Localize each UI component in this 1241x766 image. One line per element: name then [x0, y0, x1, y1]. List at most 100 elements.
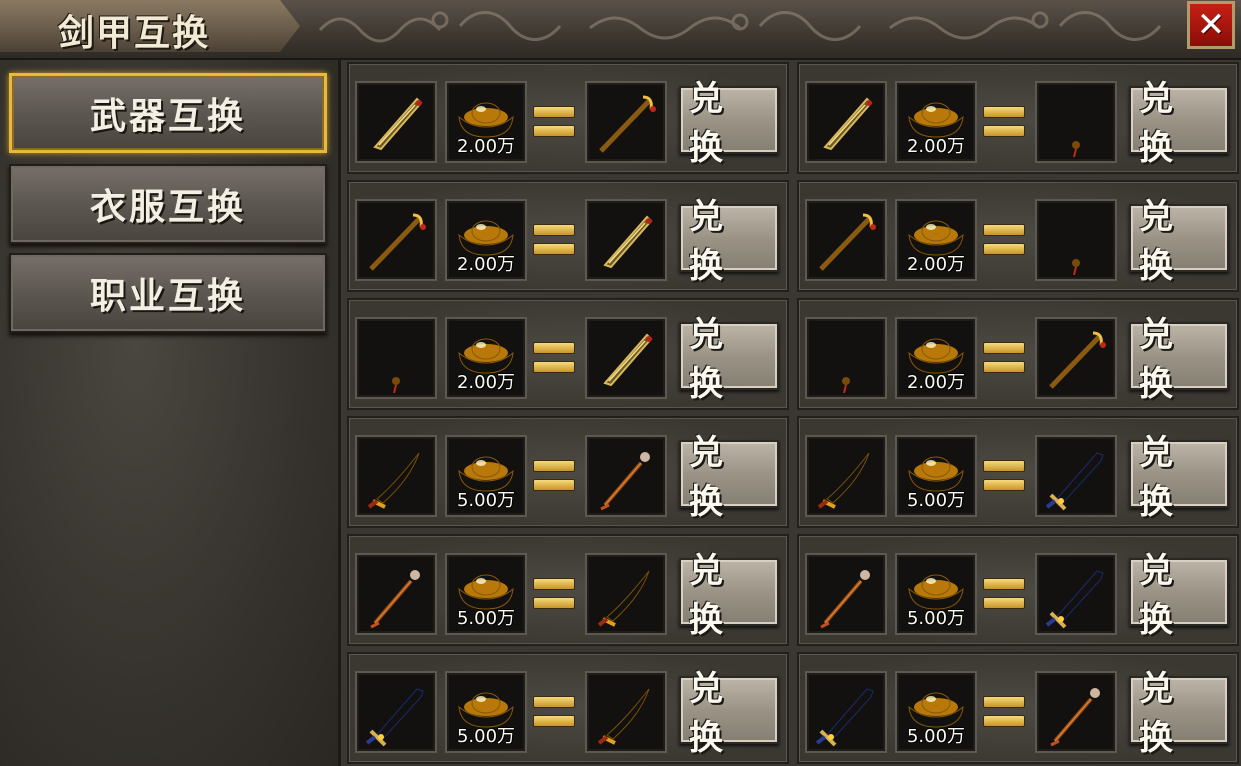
equals-icon [983, 458, 1025, 494]
price-label: 5.00万 [906, 726, 966, 747]
target-item-slot[interactable] [585, 199, 667, 281]
source-item-slot[interactable] [355, 199, 437, 281]
exchange-button-label: 兑 换 [1139, 79, 1181, 168]
flame-staff-icon [1050, 682, 1106, 747]
exchange-row: 5.00万 兑 换 5.00万 兑 换 [345, 416, 1241, 530]
target-item-slot[interactable] [1035, 199, 1117, 281]
cost-slot[interactable]: 5.00万 [895, 435, 977, 517]
price-label: 2.00万 [906, 372, 966, 393]
target-item-slot[interactable] [1035, 671, 1117, 753]
target-item-slot[interactable] [585, 671, 667, 753]
exchange-button[interactable]: 兑 换 [679, 669, 779, 758]
tab-weapon-exchange[interactable]: 武器互换 [9, 73, 327, 153]
equals-icon [983, 694, 1025, 730]
source-item-slot[interactable] [355, 435, 437, 517]
blue-greatsword-icon [365, 688, 424, 747]
golden-staff-icon [1049, 331, 1106, 389]
category-sidebar: 武器互换 衣服互换 职业互换 [0, 60, 341, 766]
dark-sword-icon [603, 215, 653, 269]
source-item-slot[interactable] [805, 81, 887, 163]
tab-label: 衣服互换 [89, 186, 246, 228]
equals-icon [533, 694, 575, 730]
cost-slot[interactable]: 5.00万 [445, 671, 527, 753]
target-item-slot[interactable] [585, 553, 667, 635]
source-item-slot[interactable] [805, 435, 887, 517]
source-item-slot[interactable] [355, 317, 437, 399]
exchange-button[interactable]: 兑 换 [679, 315, 779, 404]
target-item-slot[interactable] [1035, 435, 1117, 517]
source-item-slot[interactable] [805, 553, 887, 635]
exchange-button-label: 兑 换 [1139, 433, 1181, 522]
exchange-button-label: 兑 换 [689, 315, 731, 404]
cost-slot[interactable]: 5.00万 [895, 671, 977, 753]
equals-icon [983, 576, 1025, 612]
target-item-slot[interactable] [1035, 317, 1117, 399]
cost-slot[interactable]: 2.00万 [895, 199, 977, 281]
price-label: 2.00万 [906, 136, 966, 157]
exchange-button[interactable]: 兑 换 [679, 433, 779, 522]
equals-icon [983, 222, 1025, 258]
price-label: 2.00万 [456, 136, 516, 157]
dark-sword-icon [603, 333, 653, 387]
source-item-slot[interactable] [805, 671, 887, 753]
exchange-panel: 2.00万 兑 换 2.00万 兑 换 2.00万 兑 换 2.00万 兑 换 … [341, 60, 1241, 766]
target-item-slot[interactable] [1035, 553, 1117, 635]
cost-slot[interactable]: 5.00万 [445, 435, 527, 517]
price-label: 5.00万 [456, 726, 516, 747]
close-button[interactable]: ✕ [1187, 1, 1235, 49]
cost-slot[interactable]: 5.00万 [445, 553, 527, 635]
price-label: 5.00万 [456, 608, 516, 629]
target-item-slot[interactable] [585, 317, 667, 399]
price-label: 2.00万 [456, 254, 516, 275]
equals-icon [533, 104, 575, 140]
title-bar: 剑甲互换 ✕ [0, 0, 1241, 60]
target-item-slot[interactable] [585, 81, 667, 163]
source-item-slot[interactable] [805, 317, 887, 399]
cost-slot[interactable]: 2.00万 [445, 199, 527, 281]
equals-icon [533, 340, 575, 376]
tab-clothes-exchange[interactable]: 衣服互换 [9, 164, 327, 244]
flame-staff-icon [600, 446, 656, 511]
source-item-slot[interactable] [355, 671, 437, 753]
exchange-offer: 2.00万 兑 换 [797, 180, 1239, 292]
source-item-slot[interactable] [355, 81, 437, 163]
target-item-slot[interactable] [585, 435, 667, 517]
exchange-row: 5.00万 兑 换 5.00万 兑 换 [345, 534, 1241, 648]
source-item-slot[interactable] [805, 199, 887, 281]
exchange-offer: 2.00万 兑 换 [347, 298, 789, 410]
golden-fan-icon [1041, 213, 1111, 275]
source-item-slot[interactable] [355, 553, 437, 635]
golden-staff-icon [599, 95, 656, 153]
golden-saber-icon [817, 452, 870, 509]
tab-class-exchange[interactable]: 职业互换 [9, 253, 327, 333]
exchange-offer: 2.00万 兑 换 [347, 180, 789, 292]
exchange-row: 2.00万 兑 换 2.00万 兑 换 [345, 62, 1241, 176]
dark-sword-icon [823, 97, 873, 151]
golden-staff-icon [819, 213, 876, 271]
exchange-button[interactable]: 兑 换 [1129, 669, 1229, 758]
tab-label: 职业互换 [89, 275, 246, 317]
exchange-button[interactable]: 兑 换 [1129, 551, 1229, 640]
target-item-slot[interactable] [1035, 81, 1117, 163]
exchange-offer: 2.00万 兑 换 [797, 298, 1239, 410]
exchange-button[interactable]: 兑 换 [1129, 433, 1229, 522]
cost-slot[interactable]: 2.00万 [895, 317, 977, 399]
golden-saber-icon [367, 452, 420, 509]
exchange-row: 2.00万 兑 换 2.00万 兑 换 [345, 180, 1241, 294]
golden-staff-icon [369, 213, 426, 271]
cost-slot[interactable]: 2.00万 [445, 81, 527, 163]
exchange-button[interactable]: 兑 换 [679, 551, 779, 640]
exchange-button-label: 兑 换 [689, 79, 731, 168]
price-label: 2.00万 [906, 254, 966, 275]
exchange-button[interactable]: 兑 换 [1129, 79, 1229, 168]
exchange-button[interactable]: 兑 换 [679, 197, 779, 286]
cost-slot[interactable]: 2.00万 [895, 81, 977, 163]
exchange-button[interactable]: 兑 换 [679, 79, 779, 168]
exchange-button[interactable]: 兑 换 [1129, 197, 1229, 286]
golden-saber-icon [597, 570, 650, 627]
cost-slot[interactable]: 2.00万 [445, 317, 527, 399]
cost-slot[interactable]: 5.00万 [895, 553, 977, 635]
exchange-button[interactable]: 兑 换 [1129, 315, 1229, 404]
equals-icon [533, 576, 575, 612]
price-label: 5.00万 [456, 490, 516, 511]
